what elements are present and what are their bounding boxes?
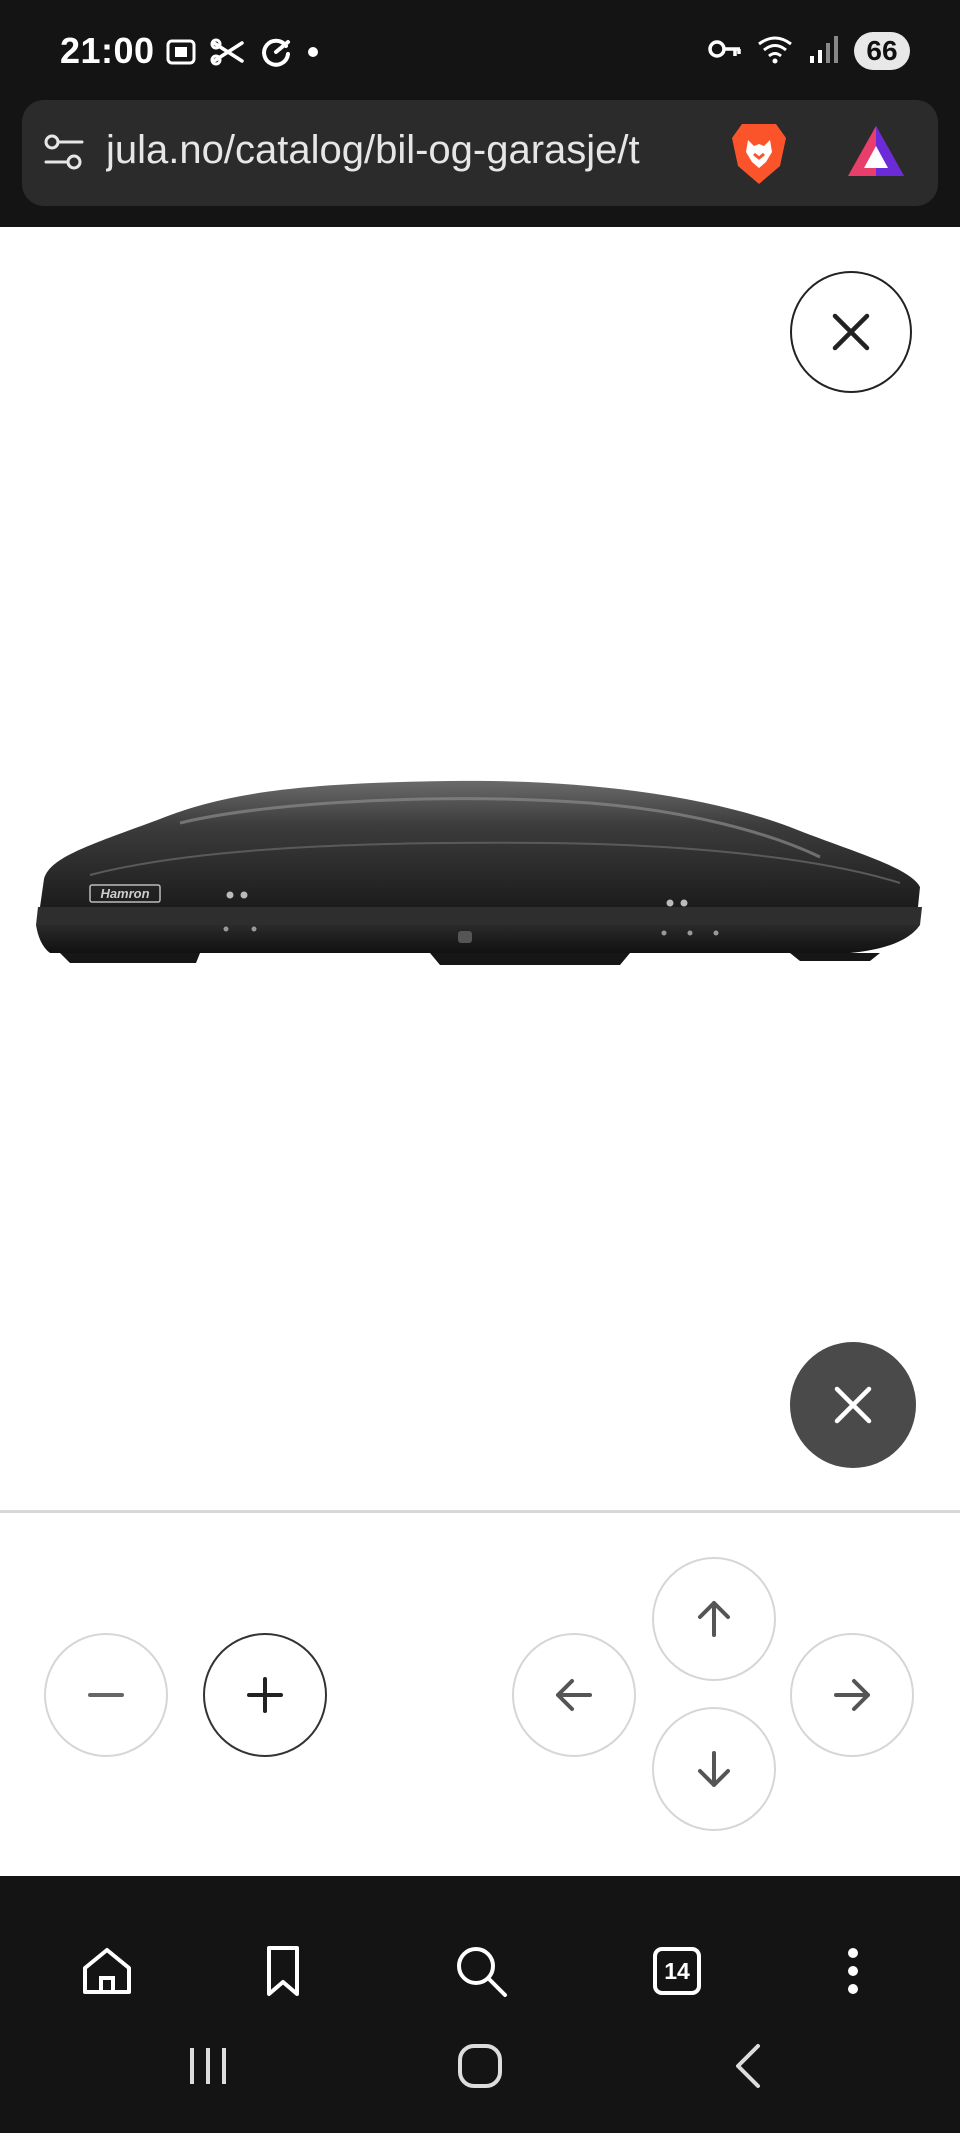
home-button[interactable] <box>72 1936 142 2006</box>
more-vertical-icon <box>848 1948 858 1994</box>
brave-shields-icon[interactable] <box>724 118 794 195</box>
notification-dot-icon <box>306 45 320 64</box>
arrow-left-icon <box>556 1679 592 1711</box>
tab-count: 14 <box>653 1947 701 1995</box>
recent-apps-button[interactable] <box>178 2036 238 2096</box>
search-icon <box>457 1947 507 1997</box>
pan-left-button[interactable] <box>512 1633 636 1757</box>
arrow-up-icon <box>698 1601 730 1637</box>
browser-bottom-bar: 14 <box>0 1876 960 2133</box>
product-image-roof-box: Hamron <box>30 757 930 1002</box>
brand-logo: Hamron <box>100 886 149 901</box>
wifi-icon <box>756 34 794 69</box>
status-time: 21:00 <box>60 30 155 71</box>
url-text[interactable]: jula.no/catalog/bil-og-garasje/t <box>106 128 726 173</box>
zoom-in-button[interactable] <box>203 1633 327 1757</box>
status-bar: 21:00 66 <box>0 0 960 100</box>
back-chevron-icon <box>736 2044 760 2088</box>
close-button-dark[interactable] <box>790 1342 916 1468</box>
bookmarks-button[interactable] <box>248 1936 318 2006</box>
vpn-key-icon <box>708 37 742 66</box>
minus-icon <box>88 1693 124 1697</box>
close-icon <box>832 313 870 351</box>
sync-icon <box>258 34 294 75</box>
address-bar[interactable]: jula.no/catalog/bil-og-garasje/t <box>22 100 938 206</box>
recent-apps-icon <box>190 2048 226 2084</box>
arrow-down-icon <box>698 1751 730 1787</box>
battery-indicator: 66 <box>854 32 910 70</box>
close-viewer-button[interactable] <box>790 271 912 393</box>
home-circle-icon <box>458 2044 502 2088</box>
pan-down-button[interactable] <box>652 1707 776 1831</box>
home-icon <box>83 1948 131 1994</box>
screenshot-icon <box>164 35 198 74</box>
arrow-right-icon <box>834 1679 870 1711</box>
plus-icon <box>247 1677 283 1713</box>
image-viewer: Hamron <box>0 227 960 1512</box>
pan-up-button[interactable] <box>652 1557 776 1681</box>
site-settings-icon[interactable] <box>42 132 86 179</box>
cell-signal-icon <box>808 34 840 69</box>
menu-button[interactable] <box>818 1936 888 2006</box>
browser-toolbar: jula.no/catalog/bil-og-garasje/t <box>0 100 960 227</box>
bookmark-icon <box>267 1946 299 1996</box>
pan-right-button[interactable] <box>790 1633 914 1757</box>
system-home-button[interactable] <box>450 2036 510 2096</box>
search-button[interactable] <box>446 1936 516 2006</box>
scissors-icon <box>210 35 246 74</box>
system-back-button[interactable] <box>718 2036 778 2096</box>
brave-rewards-icon[interactable] <box>844 122 908 187</box>
close-icon <box>834 1386 872 1424</box>
viewer-divider <box>0 1510 960 1513</box>
tabs-button[interactable]: 14 <box>642 1936 712 2006</box>
zoom-out-button[interactable] <box>44 1633 168 1757</box>
